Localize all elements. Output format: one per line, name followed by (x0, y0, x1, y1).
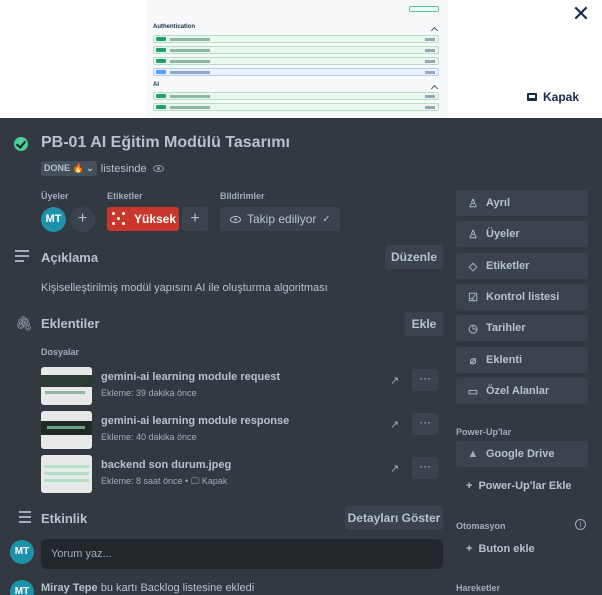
avatar[interactable]: MT (41, 207, 66, 232)
description-icon (15, 250, 29, 262)
complete-check-icon[interactable] (14, 137, 28, 151)
attachment-thumbnail (41, 455, 92, 493)
cover-icon: 🖵 (190, 476, 202, 486)
add-label-button[interactable]: + (182, 207, 208, 231)
close-button[interactable]: ✕ (571, 1, 591, 26)
sidebar-leave-button[interactable]: ♙ Ayrıl (456, 190, 588, 216)
preview-row (153, 46, 439, 54)
eye-icon (230, 215, 241, 223)
preview-row (153, 103, 439, 111)
attachment-meta: Ekleme: 40 dakika önce (101, 432, 197, 442)
comment-input[interactable]: Yorum yaz... (41, 539, 443, 569)
google-drive-icon: ▲ (467, 448, 479, 460)
activity-title: Etkinlik (41, 511, 88, 526)
tag-icon: ◇ (468, 260, 478, 273)
attachment-item[interactable]: backend son durum.jpeg Ekleme: 8 saat ön… (41, 455, 443, 493)
automation-label: Otomasyon (456, 521, 506, 531)
watch-label: Takip ediliyor (247, 212, 317, 226)
files-label: Dosyalar (41, 347, 80, 357)
edit-description-button[interactable]: Düzenle (385, 245, 443, 269)
paperclip-icon: 🖇 (15, 315, 33, 331)
attachment-meta: Ekleme: 39 dakika önce (101, 388, 197, 398)
card-cover: Authentication AI ✕ Kapak (0, 0, 602, 118)
avatar: MT (10, 540, 34, 564)
open-external-icon[interactable]: ↗ (390, 462, 399, 475)
checklist-icon: ☑ (468, 291, 478, 304)
description-title: Açıklama (41, 250, 99, 265)
sidebar-labels-button[interactable]: ◇ Etiketler (456, 253, 588, 279)
notifications-label: Bildirimler (220, 191, 265, 201)
add-member-button[interactable]: + (70, 207, 95, 232)
avatar: MT (10, 580, 34, 595)
actions-label: Hareketler (456, 583, 501, 593)
attachment-item[interactable]: gemini-ai learning module request Ekleme… (41, 367, 443, 405)
add-powerup-button[interactable]: + Power-Up'lar Ekle (456, 473, 572, 499)
activity-log-entry: Miray Tepe bu kartı Backlog listesine ek… (41, 582, 255, 594)
preview-button (409, 6, 439, 12)
preview-heading: AI (153, 82, 159, 88)
list-suffix: listesinde (100, 162, 147, 175)
labels-label: Etiketler (107, 191, 143, 201)
attachment-menu-button[interactable]: ··· (412, 369, 438, 391)
clock-icon: ◷ (468, 322, 478, 335)
show-details-button[interactable]: Detayları Göster (345, 506, 443, 530)
card-title[interactable]: PB-01 AI Eğitim Modülü Tasarımı (41, 134, 290, 152)
person-icon: ♙ (468, 228, 478, 241)
sidebar-members-button[interactable]: ♙ Üyeler (456, 221, 588, 247)
attachment-thumbnail (41, 367, 92, 405)
preview-heading: Authentication (153, 24, 195, 30)
cover-image: Authentication AI (147, 0, 448, 118)
sidebar-custom-fields-button[interactable]: ▭ Özel Alanlar (456, 378, 588, 404)
watch-button[interactable]: Takip ediliyor ✓ (220, 207, 340, 231)
attachments-title: Eklentiler (41, 316, 100, 331)
info-icon[interactable]: i (575, 519, 586, 530)
sidebar-checklist-button[interactable]: ☑ Kontrol listesi (456, 284, 588, 310)
attachment-name: gemini-ai learning module response (101, 415, 290, 427)
cover-button-label: Kapak (543, 90, 580, 104)
description-text[interactable]: Kişiselleştirilmiş modül yapısını AI ile… (41, 282, 328, 294)
activity-user[interactable]: Miray Tepe (41, 582, 98, 594)
attachment-thumbnail (41, 411, 92, 449)
powerups-label: Power-Up'lar (456, 427, 512, 437)
plus-icon: + (466, 480, 473, 492)
label-chip-text: Yüksek (134, 212, 177, 226)
person-icon: ♙ (468, 197, 478, 210)
open-external-icon[interactable]: ↗ (390, 374, 399, 387)
cover-tag: Kapak (201, 476, 228, 486)
cover-button[interactable]: Kapak (527, 86, 579, 108)
attachment-item[interactable]: gemini-ai learning module response Eklem… (41, 411, 443, 449)
check-icon: ✓ (322, 213, 331, 225)
sidebar-dates-button[interactable]: ◷ Tarihler (456, 315, 588, 341)
add-attachment-button[interactable]: Ekle (405, 312, 443, 336)
eye-icon (152, 165, 164, 172)
dots-pattern-icon (111, 211, 127, 227)
paperclip-icon: ⌀ (469, 354, 477, 367)
list-info: DONE 🔥 ⌄ listesinde (41, 161, 164, 176)
close-icon: ✕ (571, 1, 591, 26)
preview-row (153, 57, 439, 65)
activity-icon (15, 511, 31, 523)
attachment-name: gemini-ai learning module request (101, 371, 281, 383)
label-chip[interactable]: Yüksek (107, 207, 179, 231)
open-external-icon[interactable]: ↗ (390, 418, 399, 431)
attachment-meta: Ekleme: 8 saat önce • 🖵 Kapak (101, 476, 228, 486)
sidebar-attachment-button[interactable]: ⌀ Eklenti (456, 347, 588, 373)
members-label: Üyeler (41, 191, 69, 201)
attachment-menu-button[interactable]: ··· (412, 457, 438, 479)
preview-row (153, 68, 439, 76)
preview-row (153, 35, 439, 43)
cover-icon (527, 93, 537, 101)
fields-icon: ▭ (467, 385, 479, 398)
chevron-icon (430, 26, 439, 35)
preview-row (153, 92, 439, 100)
plus-icon: + (466, 543, 473, 555)
add-button-button[interactable]: + Buton ekle (456, 536, 535, 562)
list-badge[interactable]: DONE 🔥 ⌄ (41, 161, 97, 176)
attachment-menu-button[interactable]: ··· (412, 413, 438, 435)
chevron-icon (430, 84, 439, 93)
google-drive-button[interactable]: ▲ Google Drive (456, 441, 588, 467)
attachment-name: backend son durum.jpeg (101, 459, 232, 471)
